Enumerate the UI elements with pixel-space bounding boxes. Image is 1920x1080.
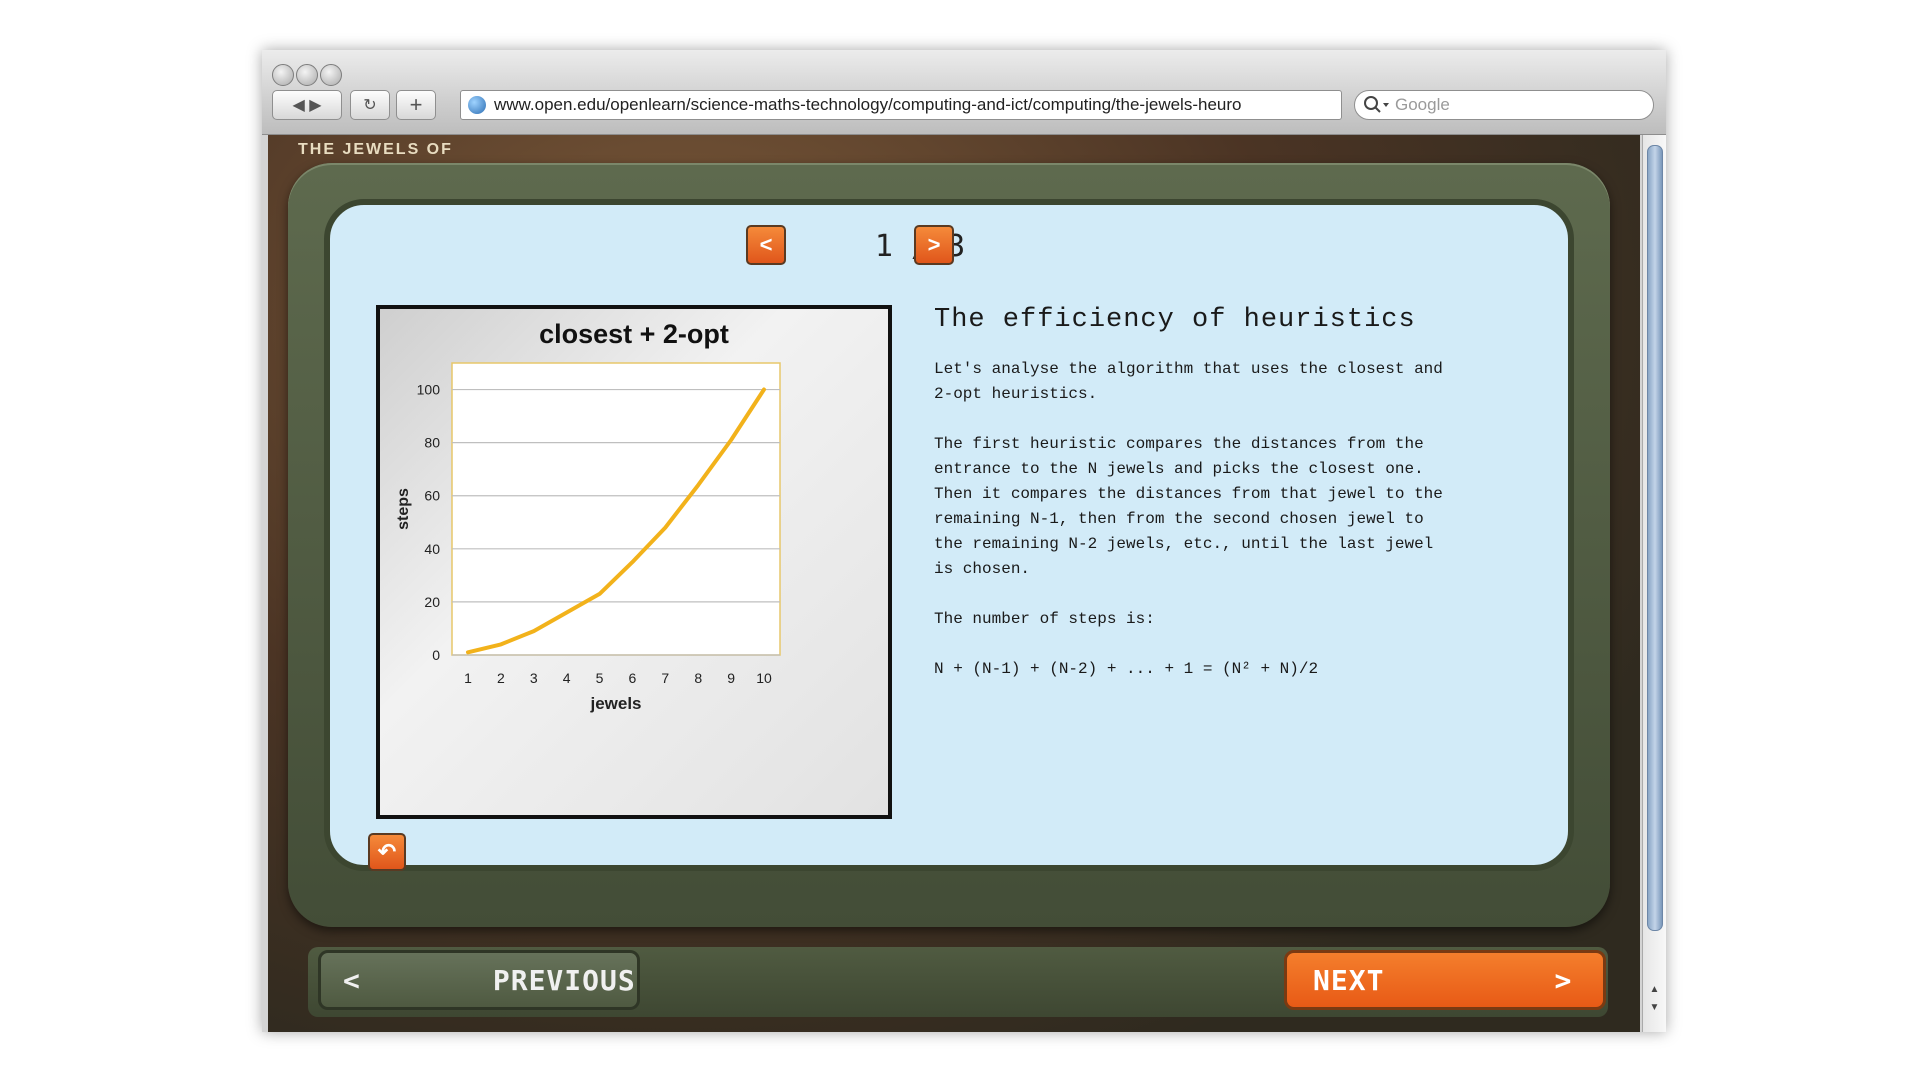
chevron-right-icon: > bbox=[1554, 963, 1573, 997]
x-tick-label: 5 bbox=[596, 670, 604, 686]
x-tick-labels: 1 2 3 4 5 6 7 8 9 10 bbox=[464, 670, 772, 686]
y-tick-label: 100 bbox=[417, 382, 441, 398]
close-window-button[interactable] bbox=[272, 64, 294, 86]
chart-panel: closest + 2-opt 0 20 40 60 80 100 1 2 3 4 5 6 7 8 9 10… bbox=[376, 305, 892, 819]
scroll-down-icon[interactable]: ▼ bbox=[1643, 999, 1666, 1017]
x-tick-label: 9 bbox=[727, 670, 735, 686]
paragraph: Let's analyse the algorithm that uses th… bbox=[934, 360, 1443, 403]
x-tick-label: 1 bbox=[464, 670, 472, 686]
search-icon bbox=[1364, 96, 1389, 113]
x-axis-label: jewels bbox=[589, 694, 641, 713]
scrollbar-thumb[interactable] bbox=[1647, 145, 1663, 931]
address-bar[interactable]: www.open.edu/openlearn/science-maths-tec… bbox=[460, 90, 1342, 120]
back-forward-icon: ◀ ▶ bbox=[292, 97, 322, 114]
y-tick-labels: 0 20 40 60 80 100 bbox=[417, 382, 441, 663]
chevron-right-icon: > bbox=[927, 232, 941, 257]
minimize-window-button[interactable] bbox=[296, 64, 318, 86]
slide-screen: < 1 / 3 > closest + 2-opt 020406080100 1… bbox=[324, 199, 1574, 871]
browser-toolbar: ◀ ▶ ↻ + www.open.edu/openlearn/science-m… bbox=[262, 50, 1666, 135]
game-title: THE JEWELS OF bbox=[298, 141, 453, 158]
search-placeholder: Google bbox=[1395, 95, 1450, 114]
y-tick-label: 40 bbox=[424, 541, 440, 557]
next-button[interactable]: NEXT > bbox=[1284, 950, 1606, 1010]
reload-button[interactable]: ↻ bbox=[350, 90, 390, 120]
undo-icon: ↶ bbox=[377, 839, 397, 864]
paragraph: The number of steps is: bbox=[934, 610, 1155, 628]
y-tick-label: 20 bbox=[424, 594, 440, 610]
page-viewport: THE JEWELS OF < 1 / 3 > closest + 2-opt … bbox=[268, 135, 1640, 1032]
slide-prev-button[interactable]: < bbox=[746, 225, 786, 265]
reload-icon: ↻ bbox=[363, 97, 377, 114]
plus-icon: + bbox=[409, 92, 423, 117]
back-forward-buttons[interactable]: ◀ ▶ bbox=[272, 90, 342, 120]
slide-next-button[interactable]: > bbox=[914, 225, 954, 265]
globe-icon bbox=[468, 96, 486, 114]
next-label: NEXT bbox=[1313, 963, 1385, 997]
x-tick-label: 2 bbox=[497, 670, 505, 686]
browser-window: ◀ ▶ ↻ + www.open.edu/openlearn/science-m… bbox=[262, 50, 1666, 1032]
slide-frame: < 1 / 3 > closest + 2-opt 020406080100 1… bbox=[288, 163, 1610, 927]
x-tick-label: 3 bbox=[530, 670, 538, 686]
x-tick-label: 7 bbox=[661, 670, 669, 686]
chart-title: closest + 2-opt bbox=[539, 319, 729, 349]
x-tick-label: 6 bbox=[629, 670, 637, 686]
search-field[interactable]: Google bbox=[1354, 90, 1654, 120]
previous-button[interactable]: < PREVIOUS bbox=[318, 950, 640, 1010]
vertical-scrollbar[interactable]: ▲ ▼ bbox=[1642, 135, 1666, 1032]
scroll-up-icon[interactable]: ▲ bbox=[1643, 981, 1666, 999]
y-axis-label: steps bbox=[395, 488, 412, 530]
y-tick-label: 60 bbox=[424, 488, 440, 504]
formula: N + (N-1) + (N-2) + ... + 1 = (N² + N)/2 bbox=[934, 660, 1319, 678]
chevron-left-icon: < bbox=[759, 232, 773, 257]
x-tick-label: 4 bbox=[563, 670, 571, 686]
paragraph: The first heuristic compares the distanc… bbox=[934, 435, 1443, 578]
y-tick-label: 0 bbox=[432, 647, 440, 663]
chevron-left-icon: < bbox=[343, 963, 361, 997]
zoom-window-button[interactable] bbox=[320, 64, 342, 86]
previous-label: PREVIOUS bbox=[492, 963, 636, 997]
chart: closest + 2-opt 0 20 40 60 80 100 1 2 3 4 5 6 7 8 9 10… bbox=[395, 319, 781, 713]
new-tab-button[interactable]: + bbox=[396, 90, 436, 120]
explanation-panel: The efficiency of heuristics Let's analy… bbox=[934, 305, 1534, 707]
url-text: www.open.edu/openlearn/science-maths-tec… bbox=[494, 95, 1242, 114]
reset-button[interactable]: ↶ bbox=[368, 833, 406, 871]
x-tick-label: 10 bbox=[756, 670, 772, 686]
x-tick-label: 8 bbox=[694, 670, 702, 686]
y-tick-label: 80 bbox=[424, 435, 440, 451]
plot-area bbox=[451, 362, 781, 656]
slide-heading: The efficiency of heuristics bbox=[934, 305, 1416, 335]
